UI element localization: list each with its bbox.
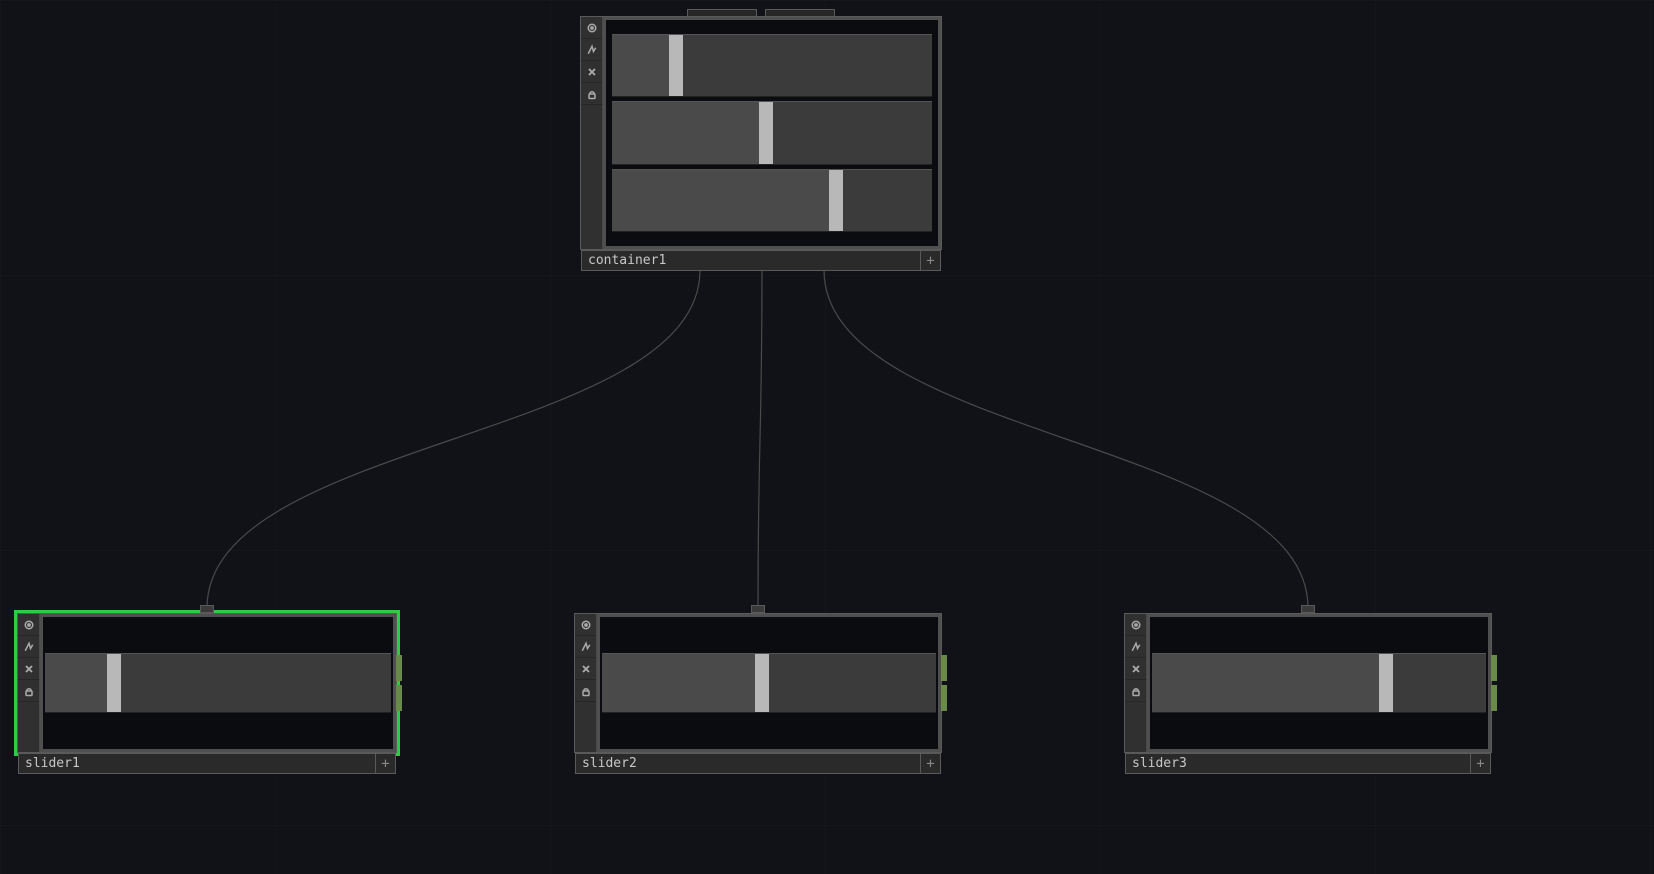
viewer-active-icon[interactable] — [1125, 614, 1146, 636]
slider-knob[interactable] — [829, 170, 843, 231]
slider-track[interactable] — [612, 101, 932, 164]
node-viewer[interactable] — [603, 17, 941, 249]
add-output-button[interactable]: + — [1470, 754, 1490, 773]
node-label-bar[interactable]: slider2 + — [575, 753, 941, 774]
node-slider1[interactable]: slider1 + — [17, 613, 397, 753]
output-connector[interactable] — [1491, 685, 1497, 711]
bypass-icon[interactable] — [581, 61, 602, 83]
activate-pulse-icon[interactable] — [575, 636, 596, 658]
wire[interactable] — [824, 270, 1308, 608]
node-viewer[interactable] — [597, 614, 941, 752]
output-connector[interactable] — [396, 685, 402, 711]
viewer-active-icon[interactable] — [581, 17, 602, 39]
slider-knob[interactable] — [107, 654, 121, 712]
viewer-active-icon[interactable] — [18, 614, 39, 636]
node-label-bar[interactable]: slider3 + — [1125, 753, 1491, 774]
slider-fill — [1152, 654, 1386, 712]
slider-track[interactable] — [612, 169, 932, 232]
activate-pulse-icon[interactable] — [581, 39, 602, 61]
lock-icon[interactable] — [1125, 680, 1146, 702]
node-slider3[interactable]: slider3 + — [1124, 613, 1492, 753]
slider-track[interactable] — [602, 653, 936, 713]
slider-fill — [612, 102, 766, 163]
node-slider2[interactable]: slider2 + — [574, 613, 942, 753]
input-connector[interactable] — [1301, 605, 1315, 613]
node-viewer[interactable] — [1147, 614, 1491, 752]
output-connector[interactable] — [941, 685, 947, 711]
input-connector[interactable] — [751, 605, 765, 613]
slider-fill — [602, 654, 762, 712]
slider-track[interactable] — [45, 653, 391, 713]
wire[interactable] — [758, 270, 762, 608]
bypass-icon[interactable] — [1125, 658, 1146, 680]
activate-pulse-icon[interactable] — [18, 636, 39, 658]
slider-track[interactable] — [1152, 653, 1486, 713]
node-container1[interactable]: container1 + — [580, 16, 942, 250]
add-output-button[interactable]: + — [920, 251, 940, 270]
output-connector[interactable] — [396, 655, 402, 681]
slider-knob[interactable] — [669, 35, 683, 96]
node-label: slider1 — [25, 756, 80, 771]
node-label: slider2 — [582, 756, 637, 771]
slider-knob[interactable] — [755, 654, 769, 712]
slider-knob[interactable] — [759, 102, 773, 163]
node-label-bar[interactable]: container1 + — [581, 250, 941, 271]
output-connectors — [1491, 655, 1497, 711]
node-tool-column — [575, 614, 597, 752]
slider-track[interactable] — [612, 34, 932, 97]
node-label: slider3 — [1132, 756, 1187, 771]
input-connector[interactable] — [200, 605, 214, 613]
lock-icon[interactable] — [18, 680, 39, 702]
node-tool-column — [18, 614, 40, 752]
node-label: container1 — [588, 253, 666, 268]
bypass-icon[interactable] — [575, 658, 596, 680]
node-viewer[interactable] — [40, 614, 396, 752]
wire[interactable] — [207, 270, 700, 608]
add-output-button[interactable]: + — [920, 754, 940, 773]
connector-slot[interactable] — [765, 9, 835, 16]
node-top-connectors — [601, 9, 921, 16]
lock-icon[interactable] — [581, 83, 602, 105]
output-connector[interactable] — [941, 655, 947, 681]
output-connectors — [941, 655, 947, 711]
node-tool-column — [581, 17, 603, 249]
slider-fill — [45, 654, 114, 712]
bypass-icon[interactable] — [18, 658, 39, 680]
node-tool-column — [1125, 614, 1147, 752]
slider-fill — [612, 35, 676, 96]
output-connector[interactable] — [1491, 655, 1497, 681]
node-label-bar[interactable]: slider1 + — [18, 753, 396, 774]
connector-slot[interactable] — [687, 9, 757, 16]
output-connectors — [396, 655, 402, 711]
activate-pulse-icon[interactable] — [1125, 636, 1146, 658]
viewer-active-icon[interactable] — [575, 614, 596, 636]
slider-knob[interactable] — [1379, 654, 1393, 712]
slider-fill — [612, 170, 836, 231]
lock-icon[interactable] — [575, 680, 596, 702]
add-output-button[interactable]: + — [375, 754, 395, 773]
